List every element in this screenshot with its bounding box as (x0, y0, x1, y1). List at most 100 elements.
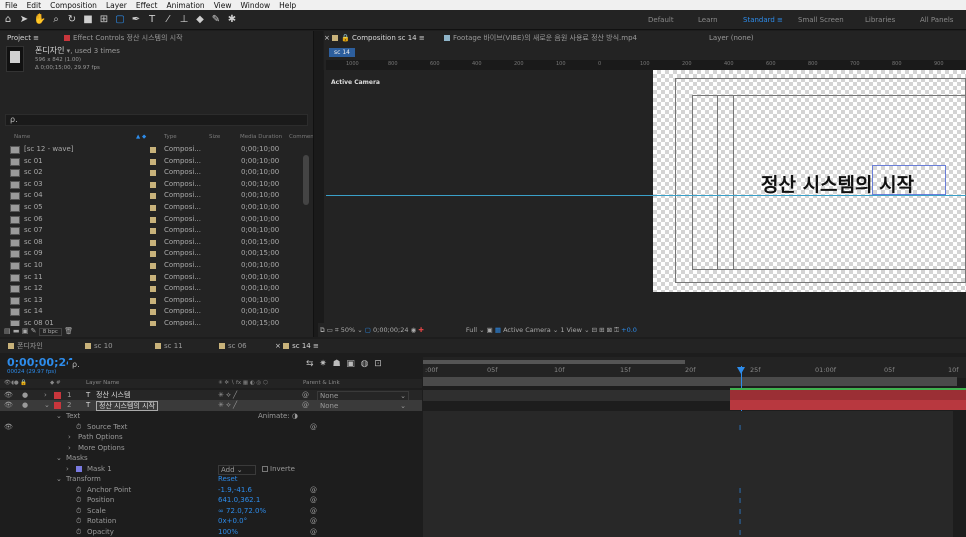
label-color[interactable] (150, 297, 156, 304)
project-row[interactable]: sc 05 Composi... 0;00;10;00 (0, 202, 312, 214)
expand-icon[interactable]: ⌄ (44, 400, 50, 411)
property-path-options[interactable]: › Path Options (0, 432, 422, 443)
bpc-button[interactable]: 8 bpc (38, 328, 62, 336)
label-color[interactable] (150, 286, 156, 293)
eye-icon[interactable]: 👁 (4, 422, 13, 433)
menu-layer[interactable]: Layer (101, 1, 131, 10)
menu-window[interactable]: Window (236, 1, 275, 10)
project-row[interactable]: sc 06 Composi... 0;00;10;00 (0, 214, 312, 226)
menu-composition[interactable]: Composition (45, 1, 101, 10)
property-source-text[interactable]: 👁 ⏱ Source Text @ (0, 422, 422, 433)
col-parent[interactable]: Parent & Link (303, 379, 340, 388)
property-value[interactable]: Reset (218, 474, 238, 485)
expand-icon[interactable]: › (68, 432, 71, 443)
pan-behind-icon[interactable]: ⊞ (97, 13, 111, 27)
stopwatch-icon[interactable]: ⏱ (76, 495, 81, 506)
property-value[interactable]: 100% (218, 527, 238, 537)
col-media-duration[interactable]: Media Duration (240, 133, 282, 142)
eraser-tool-icon[interactable]: ◆ (193, 13, 207, 27)
project-row[interactable]: sc 03 Composi... 0;00;10;00 (0, 179, 312, 191)
workspace-small-screen[interactable]: Small Screen (798, 10, 844, 30)
label-color[interactable] (150, 147, 156, 153)
quality-select[interactable]: Full (466, 326, 477, 334)
pickwhip-icon[interactable]: @ (310, 485, 317, 496)
pickwhip-icon[interactable]: @ (310, 527, 317, 537)
selection-tool-icon[interactable]: ➤ (17, 13, 31, 27)
timeline-tab[interactable]: sc 06 (219, 339, 247, 353)
label-color[interactable] (150, 251, 156, 258)
timeline-tab[interactable]: sc 11 (155, 339, 183, 353)
adjust-icon[interactable]: ✎ (31, 327, 37, 335)
camera-tool-icon[interactable]: ■ (81, 13, 95, 27)
col-layer-name[interactable]: Layer Name (86, 379, 119, 388)
project-row[interactable]: sc 12 Composi... 0;00;10;00 (0, 283, 312, 295)
property-rotation[interactable]: ⏱ Rotation 0x+0.0° @ (0, 516, 422, 527)
workspace-learn[interactable]: Learn (698, 10, 718, 30)
puppet-tool-icon[interactable]: ✱ (225, 13, 239, 27)
label-color[interactable] (150, 309, 156, 316)
stopwatch-icon[interactable]: ⏱ (76, 506, 81, 517)
keyframe-marker[interactable]: I (739, 508, 741, 516)
stopwatch-icon[interactable]: ⏱ (76, 516, 81, 527)
label-color[interactable] (150, 181, 156, 188)
pickwhip-icon[interactable]: @ (310, 506, 317, 517)
label-color[interactable] (150, 274, 156, 281)
col-name[interactable]: Name (14, 133, 30, 142)
menu-view[interactable]: View (209, 1, 236, 10)
col-comment[interactable]: Commen (289, 133, 314, 142)
label-color[interactable] (150, 158, 156, 165)
keyframe-marker[interactable]: I (739, 424, 741, 432)
project-row[interactable]: sc 08 Composi... 0;00;15;00 (0, 237, 312, 249)
label-color[interactable] (150, 193, 156, 200)
roto-brush-icon[interactable]: ✎ (209, 13, 223, 27)
zoom-select[interactable]: 50% (341, 326, 355, 334)
stopwatch-icon[interactable]: ⏱ (76, 527, 81, 537)
label-color[interactable] (150, 228, 156, 235)
snapshot-icon[interactable]: ◉ (411, 326, 417, 334)
shy-icon[interactable]: ☗ (333, 359, 341, 369)
property-scale[interactable]: ⏱ Scale ∞ 72.0,72.0% @ (0, 506, 422, 517)
solo-icon[interactable]: ● (22, 400, 28, 411)
workspace-default[interactable]: Default (648, 10, 674, 30)
footage-tab[interactable]: Footage 바이브(VIBE)의 새로운 음원 사용료 정산 방식.mp4 (444, 31, 637, 45)
expand-icon[interactable]: ⌄ (56, 453, 62, 464)
property-more-options[interactable]: › More Options (0, 443, 422, 454)
property-value[interactable]: 0x+0.0° (218, 516, 247, 527)
property-value[interactable]: -1.9,-41.6 (218, 485, 252, 496)
stopwatch-icon[interactable]: ⏱ (76, 422, 81, 433)
layer-label-color[interactable] (54, 402, 61, 409)
project-scrollbar[interactable] (303, 155, 309, 205)
keyframe-marker[interactable]: I (739, 487, 741, 495)
label-color[interactable] (150, 239, 156, 246)
graph-editor-icon[interactable]: ⊡ (374, 359, 382, 369)
project-row[interactable]: sc 04 Composi... 0;00;10;00 (0, 190, 312, 202)
timeline-tab[interactable]: 폰디자인 (8, 339, 43, 353)
comp-subtab[interactable]: sc 14 (329, 48, 355, 57)
grid-icon[interactable]: ⌗ (335, 326, 339, 334)
pen-tool-icon[interactable]: ✒ (129, 13, 143, 27)
pickwhip-icon[interactable]: @ (310, 495, 317, 506)
label-color[interactable] (150, 263, 156, 269)
mask-mode-select[interactable]: Add ⌄ (218, 464, 256, 475)
menu-edit[interactable]: Edit (22, 1, 46, 10)
col-type[interactable]: Type (164, 133, 177, 142)
layer-row[interactable]: 👁 ● › 1 T 정산 시스템 ✳ ⟡ ╱ @ None ⌄ (0, 390, 422, 401)
canvas-title-text[interactable]: 정산 시스템의 시작 (761, 170, 914, 197)
project-tab[interactable]: Project ≡ (7, 31, 39, 45)
inverted-checkbox[interactable] (262, 465, 268, 472)
clone-stamp-icon[interactable]: ⊥ (177, 13, 191, 27)
project-row[interactable]: sc 01 Composi... 0;00;10;00 (0, 156, 312, 168)
solo-icon[interactable]: ● (22, 390, 28, 401)
mask-color[interactable] (76, 465, 82, 472)
hand-tool-icon[interactable]: ✋ (33, 13, 47, 27)
layer-label-color[interactable] (54, 392, 61, 399)
roi-icon[interactable]: ▣ (487, 326, 493, 334)
exposure-value[interactable]: +0.0 (621, 326, 637, 334)
label-color[interactable] (150, 216, 156, 223)
view-layout-select[interactable]: 1 View (560, 326, 582, 334)
project-row[interactable]: sc 13 Composi... 0;00;10;00 (0, 295, 312, 307)
stopwatch-icon[interactable]: ⏱ (76, 485, 81, 496)
label-color[interactable] (150, 205, 156, 211)
menu-file[interactable]: File (0, 1, 22, 10)
property-masks[interactable]: ⌄ Masks (0, 453, 422, 464)
